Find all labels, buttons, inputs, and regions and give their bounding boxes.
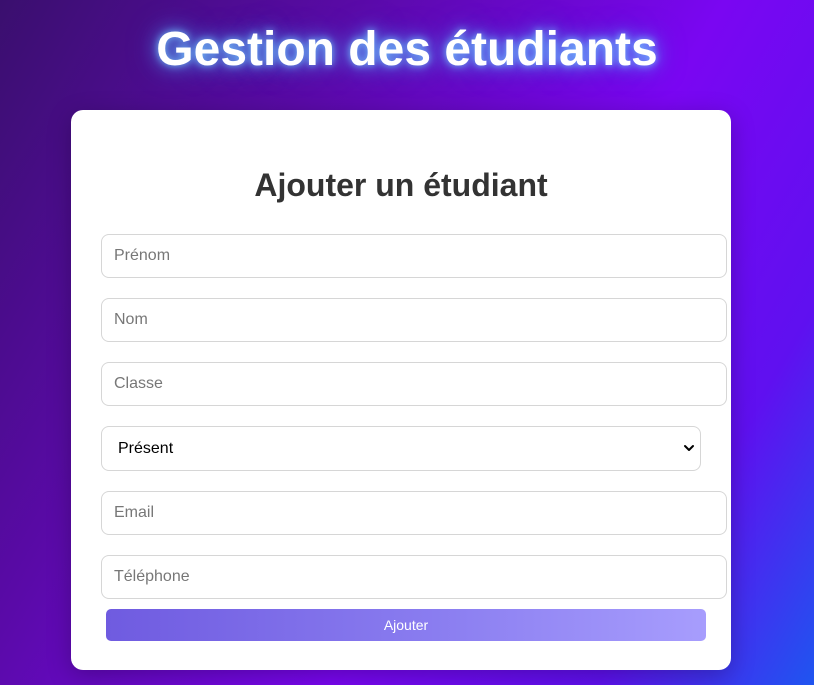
add-student-button[interactable]: Ajouter bbox=[106, 609, 706, 641]
chevron-down-icon bbox=[684, 445, 694, 451]
class-input[interactable] bbox=[101, 362, 727, 406]
attendance-select-value: Présent bbox=[118, 440, 174, 457]
form-title: Ajouter un étudiant bbox=[254, 167, 548, 203]
phone-input[interactable] bbox=[101, 555, 727, 599]
last-name-input[interactable] bbox=[101, 298, 727, 342]
first-name-input[interactable] bbox=[101, 234, 727, 278]
attendance-select[interactable]: Présent bbox=[101, 426, 701, 471]
add-student-card: Ajouter un étudiant Présent Ajouter bbox=[71, 110, 731, 670]
page-title: Gestion des étudiants bbox=[156, 23, 658, 76]
email-input[interactable] bbox=[101, 491, 727, 535]
